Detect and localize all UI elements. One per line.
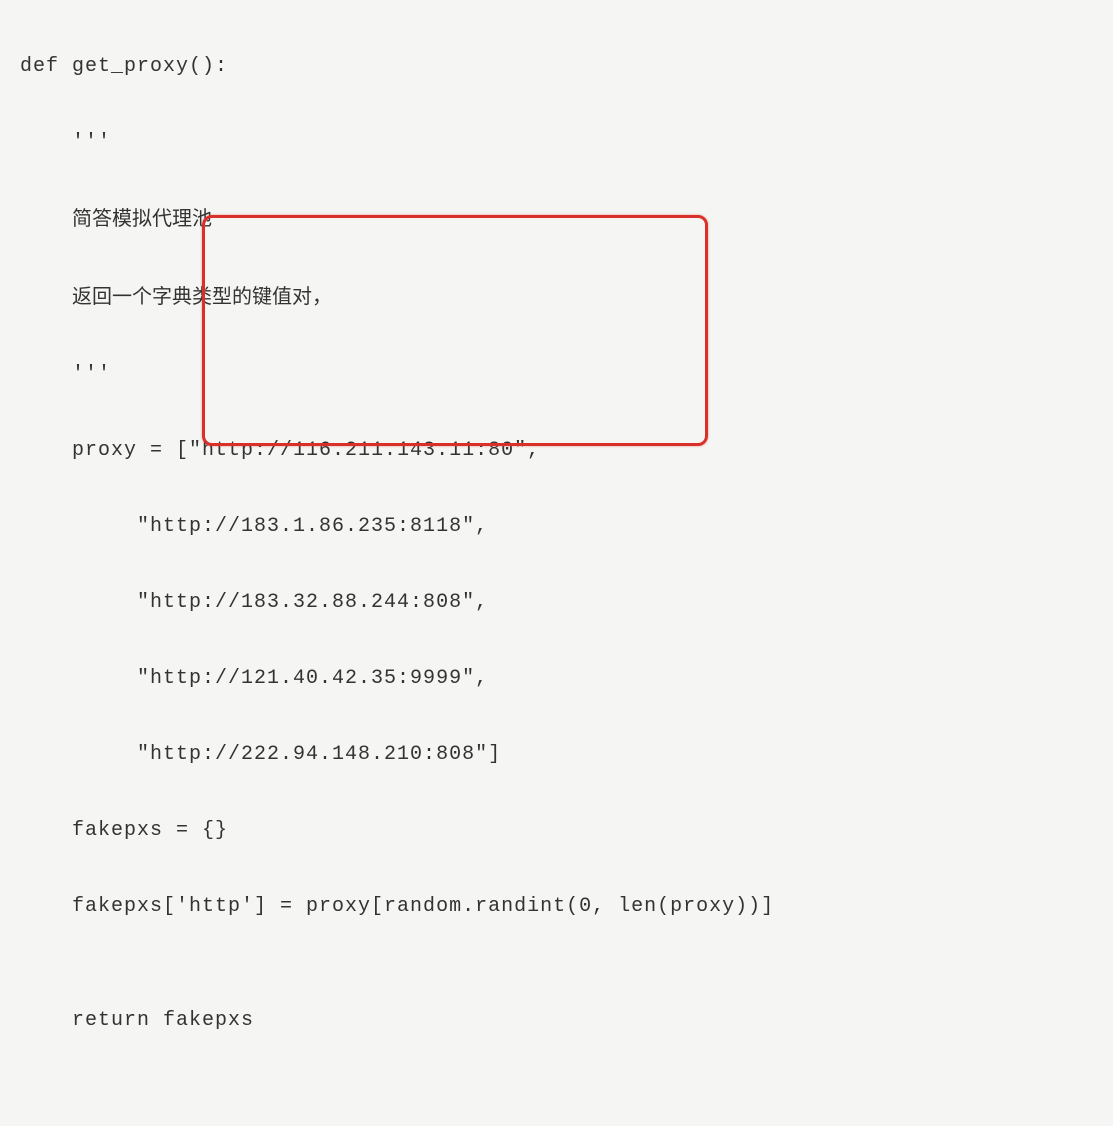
code-line: "http://222.94.148.210:808"] (20, 736, 1093, 774)
highlight-rectangle (202, 215, 708, 446)
code-line: proxy = ["http://116.211.143.11:80", (20, 432, 1093, 470)
code-line: 返回一个字典类型的键值对， (20, 278, 1093, 318)
code-line: "http://183.1.86.235:8118", (20, 508, 1093, 546)
code-line: fakepxs['http'] = proxy[random.randint(0… (20, 888, 1093, 926)
code-line: return fakepxs (20, 1002, 1093, 1040)
code-line: 简答模拟代理池 (20, 200, 1093, 240)
code-snippet: def get_proxy(): ''' 简答模拟代理池 返回一个字典类型的键值… (20, 10, 1093, 1116)
code-line: ''' (20, 124, 1093, 162)
code-line: fakepxs = {} (20, 812, 1093, 850)
code-line: def get_proxy(): (20, 48, 1093, 86)
code-line: ''' (20, 356, 1093, 394)
code-line: "http://183.32.88.244:808", (20, 584, 1093, 622)
code-line: "http://121.40.42.35:9999", (20, 660, 1093, 698)
